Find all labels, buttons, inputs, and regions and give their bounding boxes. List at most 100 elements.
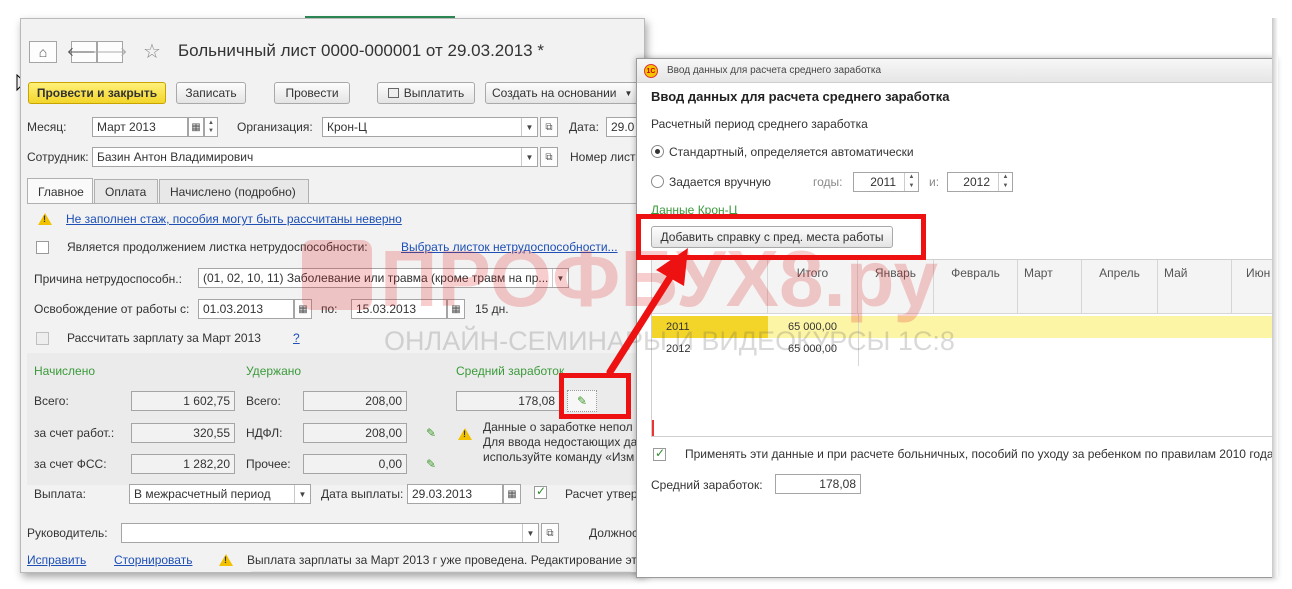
payout-date-field[interactable]: 29.03.2013 (407, 484, 503, 504)
release-to-field[interactable]: 15.03.2013 (351, 299, 447, 319)
year-to-stepper-icon[interactable]: ▲ ▼ (998, 173, 1012, 191)
radio-standard[interactable] (651, 145, 664, 158)
reason-label: Причина нетрудоспособн.: (34, 272, 182, 286)
table-scroll-marker (652, 420, 654, 436)
calendar-icon: ▦ (507, 488, 517, 500)
manager-label: Руководитель: (27, 526, 108, 540)
footer-warning-icon (219, 554, 233, 566)
org-open-button[interactable]: ⧉ (540, 117, 558, 137)
save-label: Записать (185, 86, 237, 100)
withheld-title: Удержано (246, 364, 302, 378)
reverse-link[interactable]: Сторнировать (114, 552, 192, 568)
manager-dropdown-icon[interactable]: ▼ (522, 524, 538, 542)
accrued-total-field: 1 602,75 (131, 391, 235, 411)
other-value: 0,00 (378, 457, 402, 471)
dialog-titlebar: 1С Ввод данных для расчета среднего зара… (637, 59, 1275, 83)
edit-ndfl-pencil-icon[interactable]: ✎ (424, 426, 438, 440)
year-from-value: 2011 (870, 175, 896, 189)
column-march: Март (1018, 260, 1082, 314)
dialog-average-label: Средний заработок: (651, 478, 763, 492)
post-and-close-button[interactable]: Провести и закрыть (28, 82, 166, 104)
average-note-line-1: Данные о заработке непол (483, 420, 633, 434)
tab-accrued-detail[interactable]: Начислено (подробно) (159, 179, 309, 203)
payout-date-calendar-button[interactable]: ▦ (503, 484, 521, 504)
calc-salary-checkbox[interactable] (36, 332, 49, 345)
tab-accrued-detail-label: Начислено (подробно) (170, 184, 296, 199)
stepper-down-icon: ▼ (208, 128, 214, 134)
sheet-number-label: Номер лист (570, 150, 636, 164)
select-sick-leave-link[interactable]: Выбрать листок нетрудоспособности... (401, 239, 618, 255)
create-based-on-label: Создать на основании (492, 86, 617, 100)
manager-field[interactable]: ▼ (121, 523, 539, 543)
month-value: Март 2013 (97, 120, 156, 134)
payout-field[interactable]: В межрасчетный период ▼ (129, 484, 311, 504)
fix-link[interactable]: Исправить (27, 552, 86, 568)
column-april-label: Апрель (1099, 266, 1140, 280)
year-to-label: и: (929, 175, 940, 189)
favorite-star-icon[interactable]: ☆ (143, 41, 161, 63)
warning-seniority-link[interactable]: Не заполнен стаж, пособия могут быть рас… (66, 211, 402, 227)
payout-value: В межрасчетный период (134, 487, 271, 501)
reason-field[interactable]: (01, 02, 10, 11) Заболевание или травма … (198, 268, 569, 288)
forward-button[interactable]: 🡒 (93, 41, 127, 63)
home-button[interactable]: ⌂ (29, 41, 57, 63)
manager-open-button[interactable]: ⧉ (541, 523, 559, 543)
edit-other-pencil-icon[interactable]: ✎ (424, 457, 438, 471)
employee-open-button[interactable]: ⧉ (540, 147, 558, 167)
dialog-titlebar-text: Ввод данных для расчета среднего заработ… (667, 65, 882, 76)
release-to-calendar-button[interactable]: ▦ (447, 299, 465, 319)
table-row[interactable]: 2011 65 000,00 (652, 316, 1275, 338)
month-stepper[interactable]: ▲ ▼ (204, 117, 218, 137)
save-button[interactable]: Записать (176, 82, 246, 104)
tab-main[interactable]: Главное (27, 178, 93, 204)
release-from-field[interactable]: 01.03.2013 (198, 299, 294, 319)
year-to-spin[interactable]: 2012 ▲ ▼ (947, 172, 1013, 192)
average-earnings-field: 178,08 (456, 391, 560, 411)
employer-part-value: 320,55 (193, 426, 230, 440)
release-from-calendar-button[interactable]: ▦ (294, 299, 312, 319)
payout-dropdown-icon[interactable]: ▼ (294, 485, 310, 503)
radio-manual[interactable] (651, 175, 664, 188)
year-to-value: 2012 (963, 175, 990, 189)
dialog-average-field[interactable]: 178,08 (775, 474, 861, 494)
post-and-close-label: Провести и закрыть (36, 86, 158, 100)
calc-confirmed-checkbox[interactable]: ✓ (534, 484, 547, 499)
org-dropdown-icon[interactable]: ▼ (521, 118, 537, 136)
year-from-stepper-icon[interactable]: ▲ ▼ (904, 173, 918, 191)
payout-label: Выплата: (34, 487, 86, 501)
year-from-spin[interactable]: 2011 ▲ ▼ (853, 172, 919, 192)
month-calendar-button[interactable]: ▦ (188, 117, 204, 137)
month-field[interactable]: Март 2013 (92, 117, 188, 137)
release-to-value: 15.03.2013 (356, 302, 417, 316)
help-link[interactable]: ? (293, 330, 300, 346)
continuation-checkbox[interactable] (36, 241, 49, 254)
employee-dropdown-icon[interactable]: ▼ (521, 148, 537, 166)
payout-date-value: 29.03.2013 (412, 487, 473, 501)
tab-payment-label: Оплата (105, 184, 147, 199)
average-note-line-2: Для ввода недостающих да (483, 435, 638, 449)
post-button[interactable]: Провести (274, 82, 350, 104)
other-field: 0,00 (303, 454, 407, 474)
pay-button[interactable]: Выплатить (377, 82, 475, 104)
period-label: Расчетный период среднего заработка (651, 117, 868, 131)
other-label: Прочее: (246, 457, 291, 471)
column-june-label: Июн (1246, 266, 1271, 280)
open-window-icon: ⧉ (545, 151, 553, 163)
screenshot-stage: ⌂ 🡐 🡒 ☆ Больничный лист 0000-000001 от 2… (0, 0, 1292, 589)
top-strip (0, 0, 1292, 16)
reason-dropdown-icon[interactable]: ▼ (552, 269, 568, 287)
column-march-label: Март (1024, 266, 1053, 280)
accrued-title: Начислено (34, 364, 96, 378)
apply-checkbox[interactable]: ✓ (653, 446, 666, 461)
tab-payment[interactable]: Оплата (94, 179, 158, 203)
table-row[interactable]: 2012 65 000,00 (652, 338, 1275, 360)
calendar-icon: ▦ (298, 303, 308, 315)
column-june: Июн (1232, 260, 1275, 314)
payout-date-label: Дата выплаты: (321, 487, 404, 501)
employer-part-label: за счет работ.: (34, 426, 115, 440)
create-based-on-button[interactable]: Создать на основании ▼ (485, 82, 644, 104)
org-value: Крон-Ц (327, 120, 367, 134)
org-field[interactable]: Крон-Ц ▼ (322, 117, 538, 137)
employee-field[interactable]: Базин Антон Владимирович ▼ (92, 147, 538, 167)
home-icon: ⌂ (38, 44, 48, 60)
